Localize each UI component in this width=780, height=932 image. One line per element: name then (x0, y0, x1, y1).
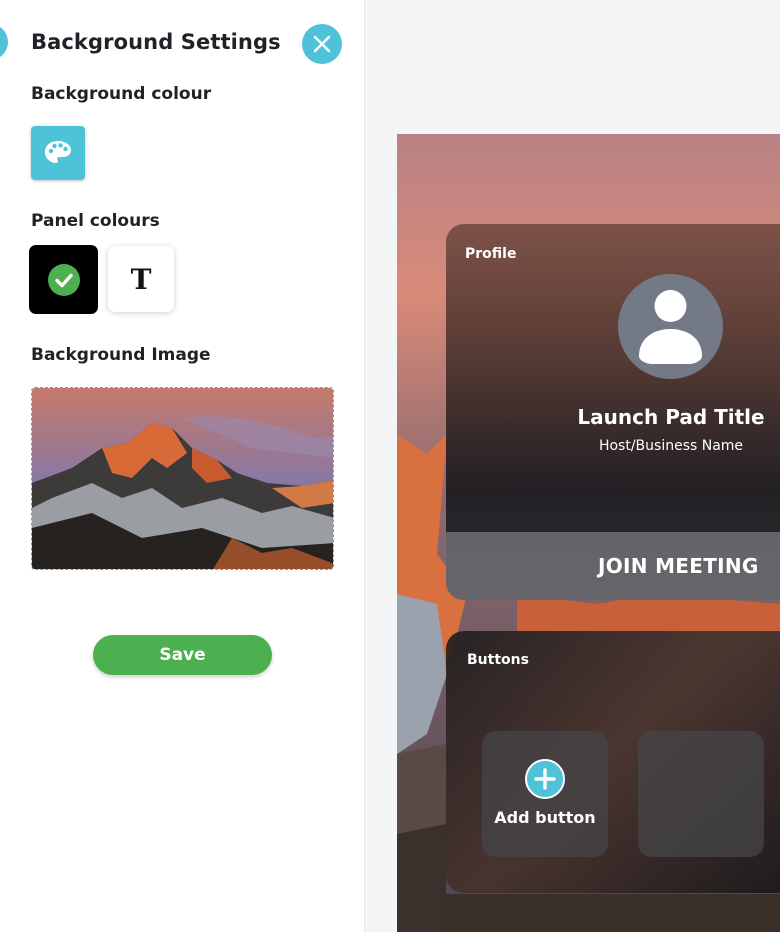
background-colour-label: Background colour (31, 84, 212, 104)
empty-button-tile[interactable] (638, 731, 764, 857)
profile-section-label: Profile (465, 246, 517, 262)
background-colour-button[interactable] (31, 126, 85, 180)
palette-icon (45, 141, 71, 163)
avatar[interactable] (618, 274, 723, 379)
launch-pad-title: Launch Pad Title (577, 405, 765, 429)
close-button[interactable] (302, 24, 342, 64)
add-button-label: Add button (494, 808, 596, 827)
background-image-picker[interactable] (31, 387, 334, 570)
background-image-label: Background Image (31, 345, 211, 365)
panel-colour-light-swatch[interactable]: T (108, 246, 174, 312)
check-icon (48, 264, 80, 296)
add-button-tile[interactable]: Add button (482, 731, 608, 857)
plus-icon (525, 759, 565, 799)
profile-card: Profile Launch Pad Title Host/Business N… (446, 224, 780, 600)
back-button[interactable] (0, 24, 8, 60)
mountain-thumbnail (32, 388, 333, 569)
panel-colours-label: Panel colours (31, 211, 160, 231)
join-meeting-button[interactable]: JOIN MEETING (446, 532, 780, 600)
save-button[interactable]: Save (93, 635, 272, 675)
settings-panel: Background Settings Background colour Pa… (0, 0, 365, 932)
panel-title: Background Settings (31, 30, 281, 54)
panel-colour-dark-swatch[interactable] (29, 245, 98, 314)
launch-pad-preview: Profile Launch Pad Title Host/Business N… (397, 134, 780, 932)
close-icon (313, 35, 331, 53)
buttons-section-label: Buttons (467, 652, 529, 668)
join-meeting-label: JOIN MEETING (598, 554, 759, 578)
buttons-card: Buttons Add button (446, 631, 780, 893)
user-icon (639, 290, 702, 364)
host-business-name: Host/Business Name (598, 438, 744, 454)
